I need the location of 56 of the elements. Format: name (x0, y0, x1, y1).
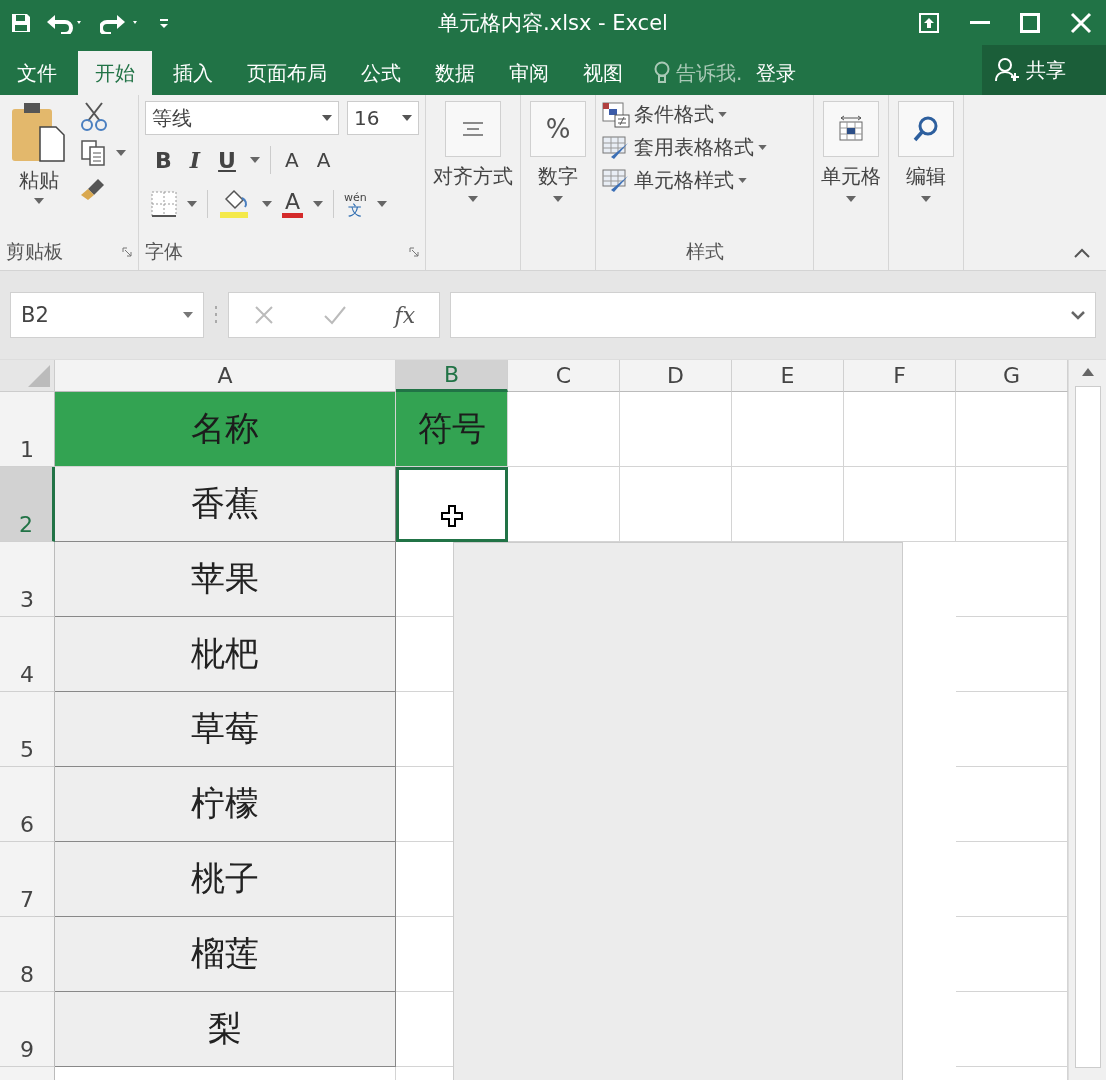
ribbon-tab[interactable]: 文件 (0, 51, 74, 95)
column-header[interactable]: B (396, 360, 508, 392)
share-button[interactable]: 共享 (982, 45, 1106, 95)
italic-button[interactable]: I (185, 147, 205, 173)
table-cell: 榴莲 (55, 917, 396, 992)
group-label: 剪贴板 (6, 239, 63, 264)
alignment-button[interactable]: 对齐方式 (432, 101, 514, 202)
styles-menu-button[interactable]: 套用表格格式 (602, 134, 807, 161)
styles-menu-button[interactable]: 单元格样式 (602, 167, 807, 194)
table-cell: 苹果 (55, 542, 396, 617)
phonetic-button[interactable]: wén 文 (344, 191, 367, 217)
styles-menu-button[interactable]: 条件格式 (602, 101, 807, 128)
table-cell: 名称 (55, 392, 396, 467)
table-cell: 枇杷 (55, 617, 396, 692)
bold-button[interactable]: B (151, 147, 176, 173)
table-cell: 柠檬 (55, 767, 396, 842)
row-header[interactable]: 2 (0, 467, 55, 542)
row-header[interactable]: 6 (0, 767, 55, 842)
row-header[interactable]: 3 (0, 542, 55, 617)
paste-button[interactable]: 粘贴 (6, 101, 72, 234)
ribbon-tab[interactable]: 数据 (418, 51, 492, 95)
ribbon-tab[interactable]: 视图 (566, 51, 640, 95)
row-header[interactable]: 7 (0, 842, 55, 917)
ribbon-tab[interactable]: 公式 (344, 51, 418, 95)
table-cell: 香蕉 (55, 467, 396, 542)
table-cell: 梨 (55, 992, 396, 1067)
group-label: 字体 (145, 239, 183, 264)
insert-function-button[interactable]: fx (394, 302, 416, 328)
column-header[interactable]: D (620, 360, 732, 392)
shrink-font-button[interactable]: A (312, 148, 335, 172)
sign-in-link[interactable]: 登录 (756, 51, 797, 95)
ribbon-tab[interactable]: 页面布局 (230, 51, 344, 95)
table-cell: 桃子 (55, 842, 396, 917)
font-name-dropdown[interactable]: 等线 (145, 101, 339, 135)
row-header[interactable]: 4 (0, 617, 55, 692)
grow-font-button[interactable]: A (280, 148, 303, 172)
row-header[interactable]: 8 (0, 917, 55, 992)
font-color-button[interactable]: A (282, 190, 304, 218)
font-size-dropdown[interactable]: 16 (347, 101, 419, 135)
column-header[interactable]: E (732, 360, 844, 392)
ribbon-tab[interactable]: 插入 (156, 51, 230, 95)
ribbon-tab[interactable]: 开始 (78, 51, 152, 95)
window-title: 单元格内容.xlsx - Excel (437, 9, 669, 37)
underline-button[interactable]: U (214, 147, 240, 173)
row-header[interactable]: 5 (0, 692, 55, 767)
table-cell: 符号 (396, 392, 508, 467)
group-label: 样式 (685, 239, 724, 264)
table-cell: 草莓 (55, 692, 396, 767)
column-header[interactable]: C (508, 360, 620, 392)
column-header[interactable]: F (844, 360, 956, 392)
name-box[interactable]: B2 (10, 292, 204, 338)
row-header[interactable]: 9 (0, 992, 55, 1067)
row-header[interactable]: 1 (0, 392, 55, 467)
ribbon-tab[interactable]: 审阅 (492, 51, 566, 95)
column-header[interactable]: A (55, 360, 396, 392)
column-header[interactable]: G (956, 360, 1068, 392)
